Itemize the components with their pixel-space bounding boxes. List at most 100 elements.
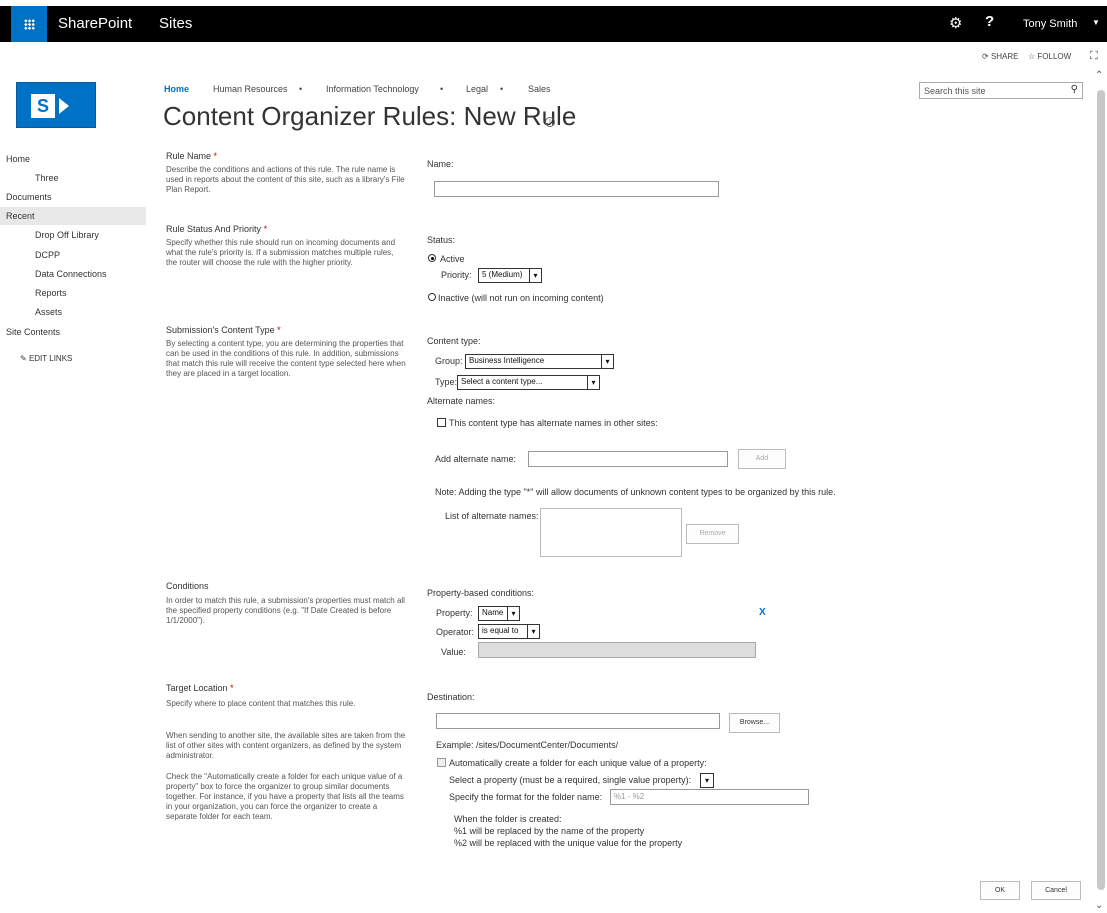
property-select[interactable]: Name ▾: [478, 606, 520, 621]
select-property-label: Select a property (must be a required, s…: [449, 775, 692, 785]
leftnav-reports[interactable]: Reports: [35, 284, 145, 302]
folder-created-note-1: %1 will be replaced by the name of the p…: [454, 826, 645, 836]
alternate-names-checkbox[interactable]: [437, 418, 446, 427]
content-type-label: Content type:: [427, 336, 481, 346]
sharepoint-logo-icon: S: [31, 94, 55, 118]
property-label: Property:: [436, 608, 473, 618]
ok-button[interactable]: OK: [980, 881, 1020, 900]
priority-value: 5 (Medium): [482, 270, 523, 279]
inactive-label: Inactive (will not run on incoming conte…: [438, 293, 604, 303]
section-desc-target-2: When sending to another site, the availa…: [166, 731, 406, 760]
folder-property-select[interactable]: ▾: [700, 773, 714, 788]
chevron-down-icon[interactable]: ▼: [1092, 18, 1100, 27]
folder-format-label: Specify the format for the folder name:: [449, 792, 603, 802]
brand-link[interactable]: SharePoint: [58, 15, 132, 32]
type-select[interactable]: Select a content type... ▾: [457, 375, 600, 390]
active-label: Active: [440, 254, 465, 264]
alternate-name-input[interactable]: [528, 451, 728, 467]
search-placeholder: Search this site: [924, 86, 986, 96]
chevron-down-icon[interactable]: ▾: [507, 607, 519, 620]
app-launcher-button[interactable]: [11, 6, 47, 42]
priority-label: Priority:: [441, 270, 472, 280]
topnav-legal[interactable]: Legal: [466, 84, 488, 94]
dropdown-arrow-icon[interactable]: •: [299, 84, 302, 94]
leftnav-documents[interactable]: Documents: [6, 188, 146, 206]
scroll-thumb[interactable]: [1097, 90, 1105, 890]
follow-label: FOLLOW: [1037, 52, 1072, 61]
remove-condition-button[interactable]: X: [759, 607, 766, 618]
alternate-names-note: Note: Adding the type "*" will allow doc…: [435, 487, 836, 497]
edit-links-button[interactable]: ✎ EDIT LINKS: [20, 350, 160, 368]
help-button[interactable]: ?: [985, 13, 994, 30]
alternate-names-label: Alternate names:: [427, 396, 496, 406]
add-alternate-name-label: Add alternate name:: [435, 454, 517, 464]
topnav-human-resources[interactable]: Human Resources: [213, 84, 288, 94]
chevron-down-icon[interactable]: ▾: [529, 269, 541, 282]
chevron-down-icon[interactable]: ▾: [601, 355, 613, 368]
leftnav-three[interactable]: Three: [35, 169, 145, 187]
leftnav-home[interactable]: Home: [6, 150, 146, 168]
priority-select[interactable]: 5 (Medium) ▾: [478, 268, 542, 283]
share-button[interactable]: ⟳ SHARE: [982, 52, 1019, 61]
remove-button[interactable]: Remove: [686, 524, 739, 544]
scroll-down-icon[interactable]: ⌄: [1095, 900, 1103, 911]
section-title-conditions: Conditions: [166, 581, 209, 591]
sites-link[interactable]: Sites: [159, 15, 192, 32]
share-icon: ⟳: [982, 52, 991, 61]
dropdown-arrow-icon[interactable]: •: [500, 84, 503, 94]
section-desc-rule-name: Describe the conditions and actions of t…: [166, 165, 405, 194]
section-desc-target-1: Specify where to place content that matc…: [166, 699, 356, 708]
leftnav-recent[interactable]: Recent: [0, 207, 146, 225]
section-desc-status: Specify whether this rule should run on …: [166, 238, 396, 267]
property-conditions-label: Property-based conditions:: [427, 588, 535, 598]
info-icon[interactable]: i: [545, 117, 555, 127]
gear-icon[interactable]: ⚙: [949, 14, 962, 32]
chevron-down-icon[interactable]: ▾: [527, 625, 539, 638]
chevron-down-icon[interactable]: ▾: [701, 774, 713, 787]
alternate-names-list[interactable]: [540, 508, 682, 557]
chevron-down-icon[interactable]: ▾: [587, 376, 599, 389]
topnav-home[interactable]: Home: [164, 84, 189, 94]
list-alternate-names-label: List of alternate names:: [445, 511, 539, 521]
operator-select[interactable]: is equal to ▾: [478, 624, 540, 639]
section-title-target-location: Target Location *: [166, 683, 234, 693]
group-label: Group:: [435, 356, 463, 366]
pencil-icon: ✎: [20, 354, 29, 363]
browse-button[interactable]: Browse...: [729, 713, 780, 733]
operator-label: Operator:: [436, 627, 475, 637]
destination-example: Example: /sites/DocumentCenter/Documents…: [436, 740, 619, 750]
destination-input[interactable]: [436, 713, 720, 729]
section-desc-content-type: By selecting a content type, you are det…: [166, 339, 406, 378]
search-input[interactable]: Search this site ⚲: [919, 82, 1083, 99]
group-value: Business Intelligence: [469, 356, 545, 365]
dropdown-arrow-icon[interactable]: •: [440, 84, 443, 94]
leftnav-data-connections[interactable]: Data Connections: [35, 265, 145, 283]
condition-value-input: [478, 642, 756, 658]
star-icon: ☆: [1028, 52, 1038, 61]
destination-label: Destination:: [427, 692, 475, 702]
auto-folder-label: Automatically create a folder for each u…: [449, 758, 707, 768]
leftnav-assets[interactable]: Assets: [35, 303, 145, 321]
follow-button[interactable]: ☆ FOLLOW: [1028, 52, 1071, 61]
scroll-up-icon[interactable]: ⌃: [1095, 70, 1103, 81]
inactive-radio[interactable]: [428, 293, 436, 301]
cancel-button[interactable]: Cancel: [1031, 881, 1081, 900]
group-select[interactable]: Business Intelligence ▾: [465, 354, 614, 369]
topnav-information-technology[interactable]: Information Technology: [326, 84, 419, 94]
share-label: SHARE: [990, 52, 1019, 61]
active-radio[interactable]: [428, 254, 436, 262]
status-label: Status:: [427, 235, 456, 245]
vertical-scrollbar[interactable]: ⌃ ⌄: [1094, 70, 1107, 913]
add-button[interactable]: Add: [738, 449, 786, 469]
focus-mode-icon[interactable]: ⛶: [1090, 50, 1098, 63]
search-icon[interactable]: ⚲: [1071, 84, 1078, 95]
site-logo[interactable]: S: [16, 82, 96, 128]
topnav-sales[interactable]: Sales: [528, 84, 551, 94]
leftnav-drop-off-library[interactable]: Drop Off Library: [35, 226, 145, 244]
user-menu[interactable]: Tony Smith: [1023, 18, 1077, 30]
auto-folder-checkbox[interactable]: [437, 758, 446, 767]
folder-format-input[interactable]: %1 - %2: [610, 789, 809, 805]
leftnav-dcpp[interactable]: DCPP: [35, 246, 145, 264]
rule-name-input[interactable]: [434, 181, 719, 197]
leftnav-site-contents[interactable]: Site Contents: [6, 323, 146, 341]
